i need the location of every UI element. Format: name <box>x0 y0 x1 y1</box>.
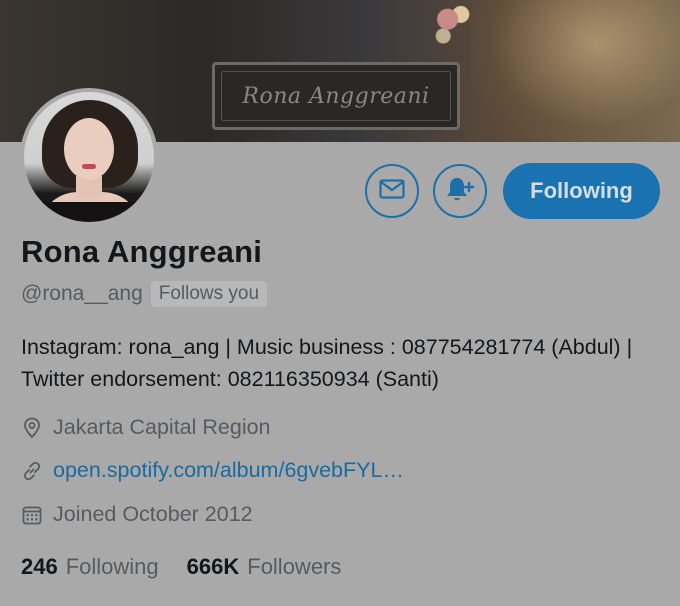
calendar-icon <box>21 504 43 526</box>
website-link[interactable]: open.spotify.com/album/6gvebFYL… <box>53 458 404 483</box>
bell-plus-icon <box>445 175 475 208</box>
joined-row: Joined October 2012 <box>21 502 253 527</box>
location-row: Jakarta Capital Region <box>21 415 271 440</box>
avatar-lips <box>82 164 96 169</box>
notify-button[interactable] <box>433 164 487 218</box>
avatar-photo <box>24 92 154 222</box>
followers-count: 666K <box>186 554 240 579</box>
location-pin-icon <box>21 417 43 439</box>
banner-plaque: Rona Anggreani <box>212 62 460 130</box>
following-count: 246 <box>21 554 58 579</box>
avatar-face <box>64 118 114 180</box>
location-text: Jakarta Capital Region <box>53 415 271 439</box>
following-button[interactable]: Following <box>503 163 660 219</box>
envelope-icon <box>379 178 405 204</box>
link-icon <box>21 460 43 482</box>
follows-you-badge: Follows you <box>150 281 268 307</box>
website-row[interactable]: open.spotify.com/album/6gvebFYL… <box>21 458 404 483</box>
handle-row: @rona__ang Follows you <box>21 281 268 307</box>
avatar-top <box>34 202 146 222</box>
bio: Instagram: rona_ang | Music business : 0… <box>21 335 633 391</box>
banner-glow <box>470 0 680 142</box>
handle: @rona__ang <box>21 282 143 305</box>
followers-count-link[interactable]: 666K Followers <box>187 554 342 580</box>
following-count-label: Following <box>65 554 159 579</box>
followers-count-label: Followers <box>247 554 342 579</box>
banner-flowers <box>430 0 474 48</box>
message-button[interactable] <box>365 164 419 218</box>
following-count-link[interactable]: 246 Following <box>21 554 159 580</box>
avatar[interactable] <box>20 88 158 226</box>
joined-text: Joined October 2012 <box>53 502 253 526</box>
display-name: Rona Anggreani <box>21 234 263 269</box>
banner-plaque-frame <box>221 71 451 121</box>
follow-stats: 246 Following 666K Followers <box>21 554 341 580</box>
